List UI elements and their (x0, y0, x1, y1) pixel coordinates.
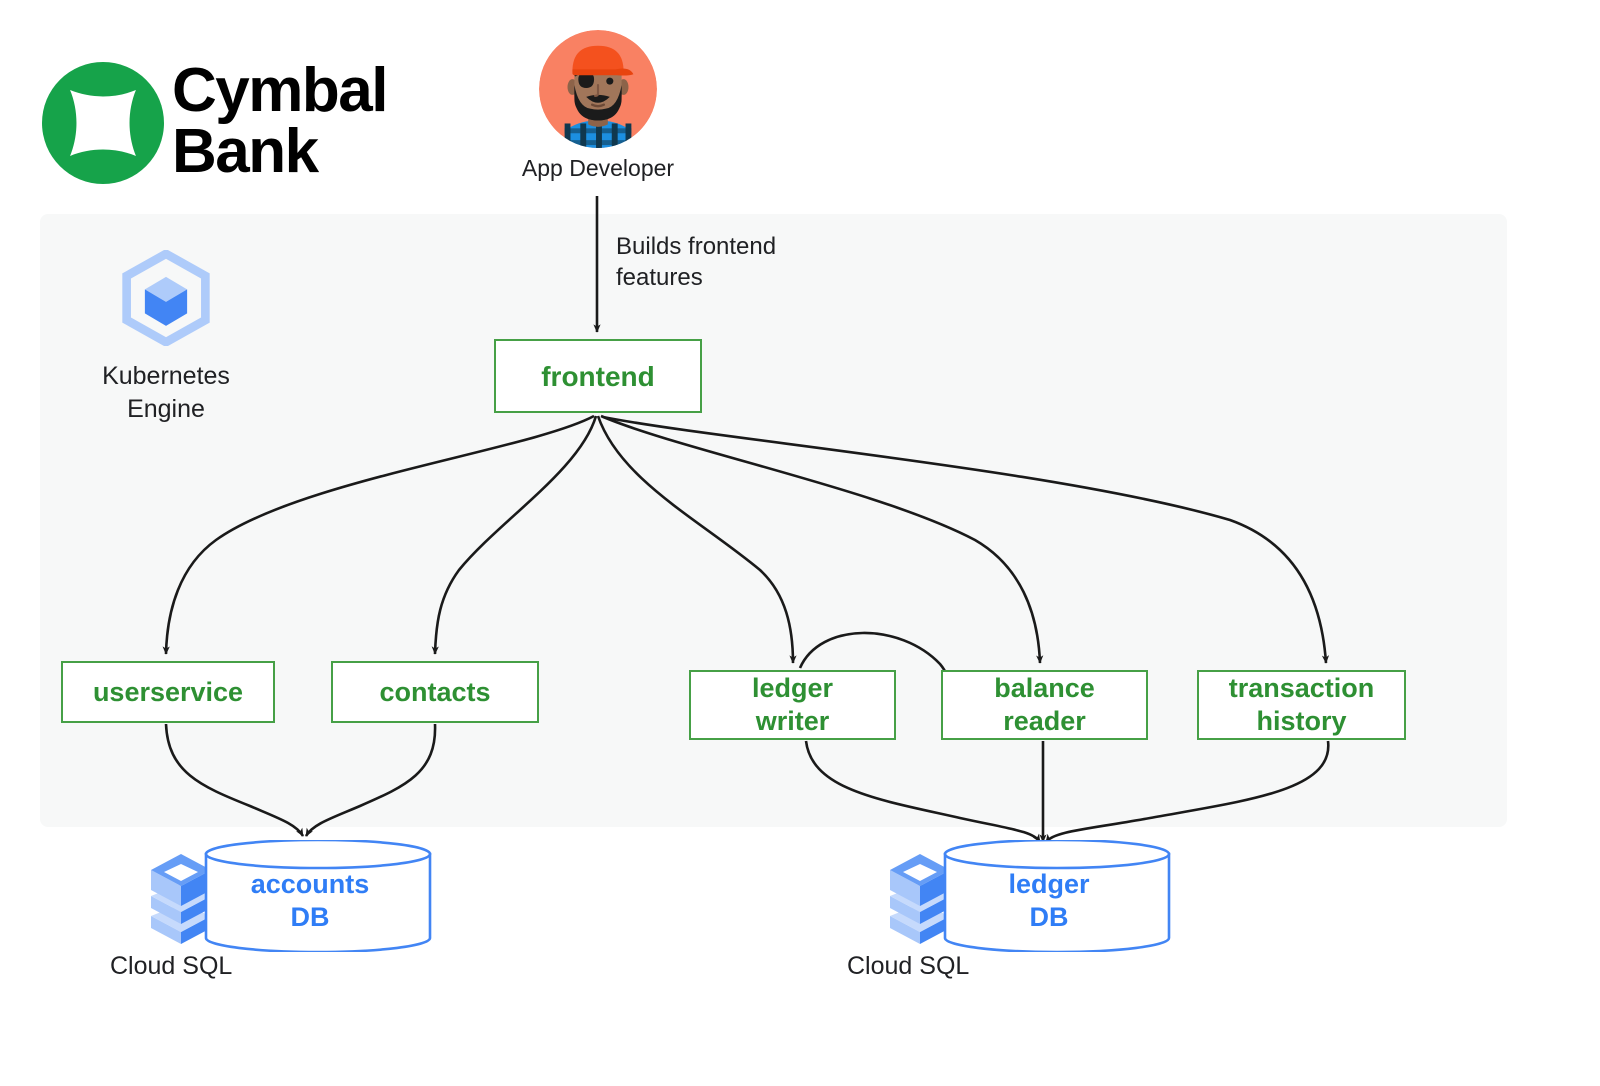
balance-reader-line2: reader (1003, 706, 1086, 736)
service-label-balance-reader: balance reader (994, 672, 1095, 738)
edge-frontend-to-transactionhistory (602, 415, 1330, 664)
ledger-writer-line1: ledger (751, 673, 834, 703)
service-box-userservice[interactable]: userservice (61, 661, 275, 723)
edge-ledgerwriter-to-ledgerdb (804, 740, 1042, 843)
architecture-diagram: Cymbal Bank App Developer Kubernetes Eng… (0, 0, 1600, 1086)
transaction-history-line1: transaction (1228, 673, 1375, 703)
accounts-db-label: accounts DB (205, 868, 415, 934)
cloud-sql-label-ledger: Cloud SQL (847, 952, 970, 980)
edge-frontend-to-balancereader (600, 414, 1044, 664)
edge-contacts-to-accountsdb (304, 723, 437, 837)
accounts-db-line1: accounts (250, 869, 370, 899)
service-label-ledger-writer: ledger writer (752, 672, 833, 738)
accounts-db-line2: DB (290, 902, 330, 932)
edge-frontend-to-userservice (162, 414, 595, 655)
builds-label-line1: Builds frontend (616, 233, 777, 260)
database-ledger[interactable]: ledger DB (884, 840, 1174, 955)
ledger-db-label: ledger DB (944, 868, 1154, 934)
cloud-sql-label-accounts: Cloud SQL (110, 952, 233, 980)
builds-label-line2: features (616, 264, 703, 291)
service-box-ledger-writer[interactable]: ledger writer (689, 670, 896, 740)
transaction-history-line2: history (1256, 706, 1347, 736)
service-box-frontend[interactable]: frontend (494, 339, 702, 413)
edge-transactionhistory-to-ledgerdb (1044, 740, 1330, 843)
service-box-balance-reader[interactable]: balance reader (941, 670, 1148, 740)
service-label-transaction-history: transaction history (1229, 672, 1375, 738)
service-box-contacts[interactable]: contacts (331, 661, 539, 723)
service-label-userservice: userservice (92, 676, 244, 707)
ledger-db-line1: ledger (1008, 869, 1090, 899)
edge-frontend-to-ledgerwriter (596, 415, 797, 664)
ledger-db-line2: DB (1029, 902, 1069, 932)
database-accounts[interactable]: accounts DB (145, 840, 435, 955)
balance-reader-line1: balance (994, 673, 1095, 703)
ledger-writer-line2: writer (755, 706, 830, 736)
edge-label-builds-frontend-features: Builds frontend features (616, 231, 846, 293)
service-label-frontend: frontend (541, 360, 655, 392)
edge-userservice-to-accountsdb (164, 723, 305, 837)
service-box-transaction-history[interactable]: transaction history (1197, 670, 1406, 740)
service-label-contacts: contacts (379, 676, 491, 707)
edge-frontend-to-contacts (431, 415, 598, 655)
